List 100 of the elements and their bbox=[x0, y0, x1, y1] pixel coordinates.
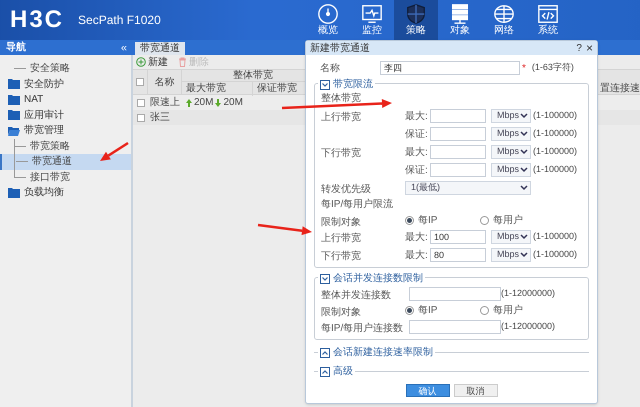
folder-icon bbox=[8, 79, 20, 90]
range-hint: (1-100000) bbox=[533, 248, 578, 262]
unit-select[interactable]: Mbps bbox=[491, 163, 531, 177]
folder-icon bbox=[8, 188, 20, 198]
collapse-button[interactable]: « bbox=[120, 42, 127, 54]
checkbox[interactable] bbox=[136, 78, 144, 86]
section-title: 带宽限流 bbox=[333, 78, 373, 92]
tree-item[interactable]: 接口带宽 bbox=[0, 170, 131, 185]
nav-item[interactable]: 网络 bbox=[482, 0, 526, 40]
tree-item[interactable]: 安全策略 bbox=[0, 61, 131, 76]
folder-icon bbox=[8, 110, 20, 120]
range-hint: (1-100000) bbox=[533, 127, 578, 140]
input-field[interactable]: 李四 bbox=[380, 61, 520, 75]
nav-item[interactable]: 系统 bbox=[526, 0, 570, 40]
section-title: 高级 bbox=[333, 364, 353, 379]
section-title: 会话并发连接数限制 bbox=[333, 272, 423, 286]
radio-label: 每用户 bbox=[493, 214, 523, 228]
tree-folder[interactable]: NAT bbox=[24, 92, 44, 108]
up-arrow-icon bbox=[186, 98, 192, 106]
unit-select[interactable]: 1(最低) bbox=[405, 181, 531, 195]
field-label: 上行带宽 bbox=[321, 233, 361, 244]
range-hint: (1-12000000) bbox=[501, 320, 556, 334]
help-button[interactable]: ? bbox=[576, 40, 582, 56]
unit-select[interactable]: Mbps bbox=[491, 109, 531, 123]
down-arrow-icon bbox=[215, 98, 222, 106]
range-hint: (1-100000) bbox=[533, 145, 578, 158]
chevron-icon bbox=[322, 370, 328, 374]
field-label: 转发优先级 bbox=[321, 184, 371, 195]
tree-item[interactable]: 带宽通道 bbox=[0, 154, 131, 170]
trash-icon bbox=[178, 57, 187, 67]
required-mark: * bbox=[522, 62, 526, 76]
chevron-icon bbox=[322, 350, 328, 354]
table-cell-text: 20M bbox=[194, 96, 214, 110]
input-field[interactable] bbox=[430, 127, 486, 141]
column-header: 最大带宽 bbox=[186, 83, 226, 94]
unit-select[interactable]: Mbps bbox=[491, 127, 531, 141]
toolbar-button[interactable]: 新建 bbox=[136, 54, 168, 70]
tree-folder[interactable]: 带宽管理 bbox=[24, 123, 64, 138]
unit-select[interactable]: Mbps bbox=[491, 248, 531, 262]
dropdown-icon bbox=[520, 234, 528, 240]
gauge-icon bbox=[317, 3, 339, 25]
field-label: 整体并发连接数 bbox=[321, 290, 391, 301]
nav-item[interactable]: 对象 bbox=[438, 0, 482, 40]
range-hint: (1-100000) bbox=[533, 230, 578, 244]
radio-button[interactable] bbox=[480, 216, 489, 225]
unit-select[interactable]: Mbps bbox=[491, 145, 531, 159]
column-header: 置连接速 bbox=[600, 82, 640, 96]
input-field[interactable] bbox=[409, 287, 501, 301]
nav-item[interactable]: 监控 bbox=[350, 0, 394, 40]
server-icon bbox=[449, 3, 471, 25]
collapse-toggle[interactable] bbox=[320, 366, 330, 376]
radio-button[interactable] bbox=[405, 216, 414, 225]
range-hint: (1-63字符) bbox=[532, 61, 574, 74]
dropdown-icon bbox=[520, 149, 528, 155]
checkbox[interactable] bbox=[136, 114, 144, 122]
input-field[interactable] bbox=[430, 163, 486, 177]
field-label: 下行带宽 bbox=[321, 148, 361, 159]
input-field[interactable]: 80 bbox=[430, 248, 486, 262]
column-header: 整体带宽 bbox=[233, 68, 273, 83]
radio-label: 每IP bbox=[418, 304, 438, 318]
open-folder-icon bbox=[8, 126, 20, 136]
collapse-toggle[interactable] bbox=[320, 274, 330, 284]
field-label: 限制对象 bbox=[321, 306, 361, 318]
column-header: 保证带宽 bbox=[257, 83, 297, 94]
dropdown-icon bbox=[520, 167, 528, 173]
field-label: 每IP/每用户连接数 bbox=[321, 323, 404, 334]
input-field[interactable] bbox=[430, 145, 486, 159]
nav-item[interactable]: 策略 bbox=[394, 0, 438, 40]
unit-select[interactable]: Mbps bbox=[491, 230, 531, 244]
tab[interactable]: 带宽通道 bbox=[135, 42, 185, 55]
field-label: 保证: bbox=[405, 164, 429, 178]
tree-folder[interactable]: 安全防护 bbox=[24, 76, 64, 92]
group-label: 整体带宽 bbox=[321, 92, 361, 106]
dropdown-icon bbox=[520, 252, 528, 258]
dialog-title: 新建带宽通道 bbox=[310, 42, 370, 56]
radio-label: 每用户 bbox=[493, 304, 523, 318]
input-field[interactable]: 100 bbox=[430, 230, 486, 244]
tree-folder[interactable]: 负载均衡 bbox=[24, 185, 64, 200]
shield-icon bbox=[405, 3, 427, 25]
range-hint: (1-100000) bbox=[533, 163, 578, 176]
table-cell-text: 张三 bbox=[149, 110, 171, 125]
dialog-button[interactable]: 取消 bbox=[454, 384, 498, 397]
input-field[interactable] bbox=[409, 320, 501, 334]
checkbox[interactable] bbox=[136, 98, 144, 106]
nav-item[interactable]: 概览 bbox=[306, 0, 350, 40]
field-label: 保证: bbox=[405, 128, 429, 142]
close-button[interactable]: × bbox=[586, 42, 593, 54]
table-cell-text: 20M bbox=[223, 96, 243, 110]
radio-button[interactable] bbox=[480, 306, 489, 315]
input-field[interactable] bbox=[430, 109, 486, 123]
collapse-toggle[interactable] bbox=[320, 80, 330, 90]
add-icon bbox=[136, 57, 146, 67]
tree-item[interactable]: 带宽策略 bbox=[0, 138, 131, 154]
annotation-arrow bbox=[100, 142, 129, 161]
logo: H3C bbox=[10, 5, 64, 35]
collapse-toggle[interactable] bbox=[320, 348, 330, 358]
dropdown-icon bbox=[520, 131, 528, 137]
radio-button[interactable] bbox=[405, 306, 414, 315]
tree-folder[interactable]: 应用审计 bbox=[24, 108, 64, 123]
globe-icon bbox=[493, 3, 515, 25]
